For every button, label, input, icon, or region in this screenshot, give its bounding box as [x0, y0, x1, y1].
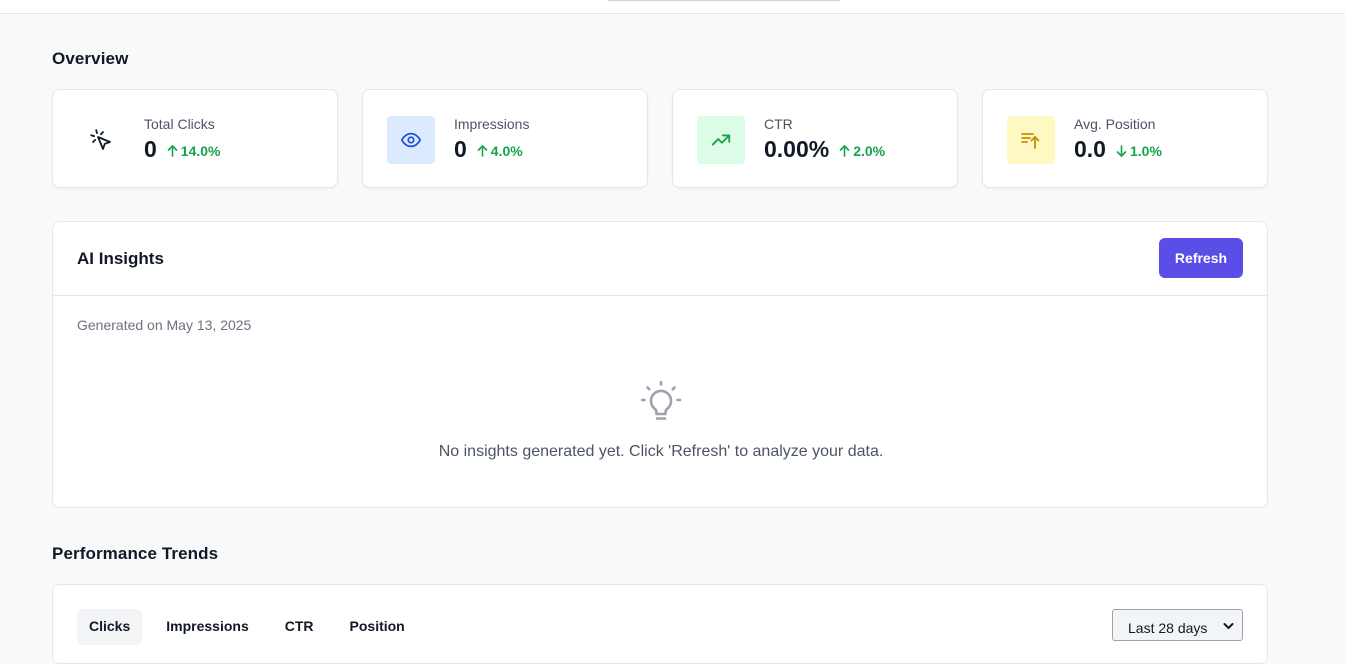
chevron-down-icon	[1223, 623, 1234, 629]
stat-change: 4.0%	[477, 143, 523, 159]
refresh-button[interactable]: Refresh	[1159, 238, 1243, 278]
tab-impressions[interactable]: Impressions	[154, 609, 260, 645]
stat-change-value: 4.0%	[490, 143, 523, 159]
performance-trends-panel: Clicks Impressions CTR Position Last 28 …	[52, 584, 1268, 664]
stat-card-total-clicks: Total Clicks 0 14.0%	[52, 89, 338, 188]
stat-card-ctr: CTR 0.00% 2.0%	[672, 89, 958, 188]
trending-up-icon	[697, 116, 745, 164]
trend-tabs: Clicks Impressions CTR Position	[77, 609, 421, 645]
sort-ascending-icon	[1007, 116, 1055, 164]
ai-insights-header: AI Insights Refresh	[53, 222, 1267, 296]
overview-cards: Total Clicks 0 14.0% Impressions 0 4.0%	[52, 89, 1268, 188]
eye-icon	[387, 116, 435, 164]
stat-label: CTR	[764, 116, 793, 132]
stat-change-value: 1.0%	[1129, 143, 1162, 159]
empty-state-message: No insights generated yet. Click 'Refres…	[438, 443, 884, 460]
tab-clicks[interactable]: Clicks	[77, 609, 143, 645]
arrow-up-icon	[477, 145, 488, 157]
stat-change: 1.0%	[1116, 143, 1162, 159]
arrow-down-icon	[1116, 145, 1127, 157]
ai-insights-panel: AI Insights Refresh Generated on May 13,…	[52, 221, 1268, 508]
stat-change-value: 2.0%	[853, 143, 886, 159]
stat-change: 14.0%	[167, 143, 221, 159]
arrow-up-icon	[839, 145, 850, 157]
date-range-select[interactable]: Last 28 days	[1112, 609, 1243, 641]
performance-trends-title: Performance Trends	[52, 544, 219, 563]
stat-change-value: 14.0%	[180, 143, 221, 159]
ai-insights-title: AI Insights	[77, 249, 164, 268]
tab-position[interactable]: Position	[338, 609, 417, 645]
arrow-up-icon	[167, 145, 178, 157]
overview-title: Overview	[52, 49, 129, 68]
stat-change: 2.0%	[839, 143, 885, 159]
stat-label: Impressions	[454, 116, 530, 132]
stat-label: Avg. Position	[1074, 116, 1156, 132]
top-navigation-bar	[0, 0, 1345, 14]
lightbulb-icon	[639, 379, 683, 428]
active-tab-indicator	[608, 0, 840, 1]
stat-card-impressions: Impressions 0 4.0%	[362, 89, 648, 188]
stat-value: 0	[144, 136, 157, 162]
tab-ctr[interactable]: CTR	[273, 609, 326, 645]
stat-card-avg-position: Avg. Position 0.0 1.0%	[982, 89, 1268, 188]
stat-value: 0.0	[1074, 136, 1106, 162]
stat-label: Total Clicks	[144, 116, 215, 132]
stat-value: 0.00%	[764, 136, 830, 162]
stat-value: 0	[454, 136, 467, 162]
date-range-value: Last 28 days	[1128, 620, 1208, 636]
generated-on-text: Generated on May 13, 2025	[77, 317, 252, 333]
cursor-click-icon	[77, 116, 125, 164]
